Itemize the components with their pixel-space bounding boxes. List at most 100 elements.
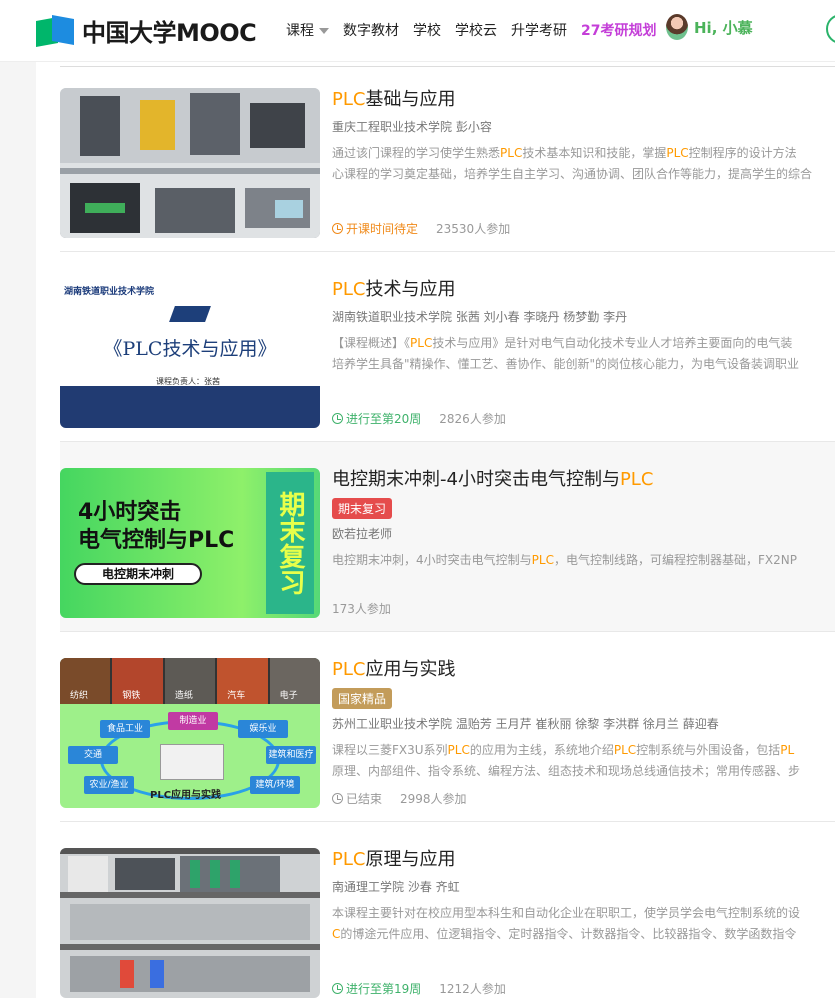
clock-icon	[332, 413, 343, 424]
course-thumbnail[interactable]	[60, 88, 320, 238]
description-line: 【课程概述】《PLC技术与应用》是针对电气自动化技术专业人才培养主要面向的电气装	[332, 333, 835, 354]
description-line: 心课程的学习奠定基础，培养学生自主学习、沟通协调、团队合作等能力，提高学生的综合	[332, 164, 835, 185]
description-line: C的博途元件应用、位逻辑指令、定时器指令、计数器指令、比较器指令、数学函数指令	[332, 924, 835, 945]
course-thumbnail[interactable]: 4小时突击 电气控制与PLC 电控期末冲刺 期末复习	[60, 468, 320, 618]
course-school[interactable]: 苏州工业职业技术学院 温贻芳 王月芹 崔秋丽 徐黎 李洪群 徐月兰 薛迎春	[332, 715, 835, 732]
course-school[interactable]: 欧若拉老师	[332, 525, 835, 542]
desc-segment: PLC	[531, 553, 554, 567]
course-title-highlight: PLC	[332, 279, 366, 300]
machine-photo	[60, 88, 320, 238]
course-meta: 已结束 2998人参加	[332, 790, 467, 807]
graduation-cap-icon	[169, 306, 211, 322]
desc-segment: 培养学生具备"精操作、懂工艺、善协作、能创新"的岗位核心能力，为电气设备装调职业	[332, 357, 800, 371]
course-thumbnail[interactable]: 纺织 钢铁 造纸 汽车 电子 食品工业 制造业 娱乐业 交通 建筑和医疗 农业/渔业 建筑/环境 PLC…	[60, 658, 320, 808]
desc-segment: 心课程的学习奠定基础，培养学生自主学习、沟通协调、团队合作等能力，提高学生的综合	[332, 167, 813, 181]
industry-photo-label: 造纸	[174, 691, 193, 701]
desc-segment: 原理、内部组件、指令系统、编程方法、组态技术和现场总线通信技术；常用传感器、步	[332, 764, 801, 778]
course-title[interactable]: PLC原理与应用	[332, 848, 835, 872]
course-title[interactable]: PLC基础与应用	[332, 88, 835, 112]
course-tag: 国家精品	[332, 688, 393, 709]
cover-band	[60, 386, 320, 428]
diagram-node: 食品工业	[100, 720, 150, 738]
course-status-text: 开课时间待定	[346, 222, 419, 236]
industry-photo-label: 电子	[279, 691, 298, 701]
logo-text: 中国大学MOOC	[82, 19, 257, 47]
description-line: 本课程主要针对在校应用型本科生和自动化企业在职职工，使学员学会电气控制系统的设	[332, 903, 835, 924]
description-line: 通过该门课程的学习使学生熟悉PLC技术基本知识和技能，掌握PLC控制程序的设计方…	[332, 143, 835, 164]
course-title-text: 原理与应用	[365, 849, 456, 870]
desc-segment: PLC	[447, 743, 470, 757]
participant-count: 23530人参加	[436, 222, 511, 236]
description-line: 课程以三菱FX3U系列PLC的应用为主线，系统地介绍PLC控制系统与外围设备，包…	[332, 740, 835, 761]
site-logo[interactable]: 中国大学MOOC	[36, 13, 257, 48]
course-status: 进行至第19周	[332, 980, 421, 997]
nav-courses[interactable]: 课程	[286, 20, 329, 40]
course-list: PLC基础与应用 重庆工程职业技术学院 彭小容 通过该门课程的学习使学生熟悉PLC技…	[36, 62, 835, 998]
course-title-text: 技术与应用	[365, 279, 456, 300]
course-school[interactable]: 南通理工学院 沙春 齐虹	[332, 878, 835, 895]
course-status-text: 已结束	[346, 792, 383, 806]
course-card[interactable]: 湖南铁道职业技术学院 《PLC技术与应用》 课程负责人：张茜 PLC技术与应用 湖南铁道…	[60, 252, 835, 442]
avatar[interactable]	[666, 14, 688, 40]
desc-segment: 的应用为主线，系统地介绍	[469, 743, 614, 757]
course-meta: 开课时间待定 23530人参加	[332, 220, 510, 237]
desc-segment: 本课程主要针对在校应用型本科生和自动化企业在职职工，使学员学会电气控制系统的设	[332, 906, 801, 920]
nav-textbooks[interactable]: 数字教材	[343, 20, 399, 40]
circle-button[interactable]	[826, 14, 835, 44]
desc-segment: 【课程概述】《	[332, 336, 411, 350]
course-title-text: 基础与应用	[365, 89, 456, 110]
diagram-node: 娱乐业	[238, 720, 288, 738]
course-card[interactable]: PLC原理与应用 南通理工学院 沙春 齐虹 本课程主要针对在校应用型本科生和自动化企…	[60, 822, 835, 998]
course-title-highlight: PLC	[332, 659, 366, 680]
course-thumbnail[interactable]	[60, 848, 320, 998]
participant-count: 1212人参加	[439, 982, 506, 996]
nav-kaoyan[interactable]: 升学考研	[511, 20, 567, 40]
clock-icon	[332, 223, 343, 234]
course-info: PLC原理与应用 南通理工学院 沙春 齐虹 本课程主要针对在校应用型本科生和自动化企…	[332, 848, 835, 945]
photo-strip: 纺织 钢铁 造纸 汽车 电子	[60, 658, 320, 704]
course-description: 电控期末冲刺，4小时突击电气控制与PLC，电气控制线路，可编程控制器基础，FX2…	[332, 550, 835, 571]
clock-icon	[332, 793, 343, 804]
course-title[interactable]: PLC技术与应用	[332, 278, 835, 302]
course-card[interactable]: 纺织 钢铁 造纸 汽车 电子 食品工业 制造业 娱乐业 交通 建筑和医疗 农业/渔业 建筑/环境 PLC…	[60, 632, 835, 822]
nav-27-plan[interactable]: 27考研规划	[581, 20, 656, 40]
user-menu[interactable]: Hi, 小慕	[666, 14, 753, 40]
course-status: 进行至第20周	[332, 410, 421, 427]
desc-segment: 控制系统与外围设备，包括	[636, 743, 781, 757]
desc-segment: 电控期末冲刺，4小时突击电气控制与	[332, 553, 532, 567]
course-thumbnail[interactable]: 湖南铁道职业技术学院 《PLC技术与应用》 课程负责人：张茜	[60, 278, 320, 428]
course-info: PLC技术与应用 湖南铁道职业技术学院 张茜 刘小春 李晓丹 杨梦勤 李丹 【课程概…	[332, 278, 835, 375]
industry-photo: 纺织	[60, 658, 111, 704]
course-school[interactable]: 湖南铁道职业技术学院 张茜 刘小春 李晓丹 杨梦勤 李丹	[332, 308, 835, 325]
course-card[interactable]: PLC基础与应用 重庆工程职业技术学院 彭小容 通过该门课程的学习使学生熟悉PLC技…	[60, 62, 835, 252]
clock-icon	[332, 983, 343, 994]
course-tag: 期末复习	[332, 498, 393, 519]
nav-school-cloud[interactable]: 学校云	[455, 20, 497, 40]
course-description: 本课程主要针对在校应用型本科生和自动化企业在职职工，使学员学会电气控制系统的设 C…	[332, 903, 835, 945]
course-info: PLC基础与应用 重庆工程职业技术学院 彭小容 通过该门课程的学习使学生熟悉PLC技…	[332, 88, 835, 185]
desc-segment: PLC	[500, 146, 523, 160]
nav-schools[interactable]: 学校	[413, 20, 441, 40]
desc-segment: ，电气控制线路，可编程控制器基础，FX2NP	[553, 553, 797, 567]
participant-count: 2998人参加	[400, 792, 467, 806]
cover-person: 课程负责人：张茜	[156, 377, 220, 386]
thumb-side-text: 期末复习	[266, 472, 314, 614]
course-meta: 进行至第19周 1212人参加	[332, 980, 506, 997]
industry-photo-label: 汽车	[227, 691, 246, 701]
desc-segment: 技术与应用》是针对电气自动化技术专业人才培养主要面向的电气装	[432, 336, 793, 350]
diagram-node: 建筑和医疗	[266, 746, 316, 764]
industry-photo: 电子	[269, 658, 320, 704]
desc-segment: 控制程序的设计方法	[688, 146, 797, 160]
course-title-highlight: PLC	[619, 469, 654, 490]
course-title[interactable]: PLC应用与实践	[332, 658, 835, 682]
course-card[interactable]: 4小时突击 电气控制与PLC 电控期末冲刺 期末复习 电控期末冲刺-4小时突击电气控制与…	[60, 442, 835, 632]
desc-segment: PLC	[666, 146, 689, 160]
industry-photo: 钢铁	[112, 658, 163, 704]
course-description: 【课程概述】《PLC技术与应用》是针对电气自动化技术专业人才培养主要面向的电气装…	[332, 333, 835, 375]
course-school[interactable]: 重庆工程职业技术学院 彭小容	[332, 118, 835, 135]
course-title[interactable]: 电控期末冲刺-4小时突击电气控制与PLC	[332, 468, 835, 492]
desc-segment: PLC	[613, 743, 637, 757]
nav-courses-label: 课程	[286, 23, 314, 39]
thumb-pill: 电控期末冲刺	[74, 563, 202, 585]
industry-photo: 造纸	[164, 658, 216, 704]
